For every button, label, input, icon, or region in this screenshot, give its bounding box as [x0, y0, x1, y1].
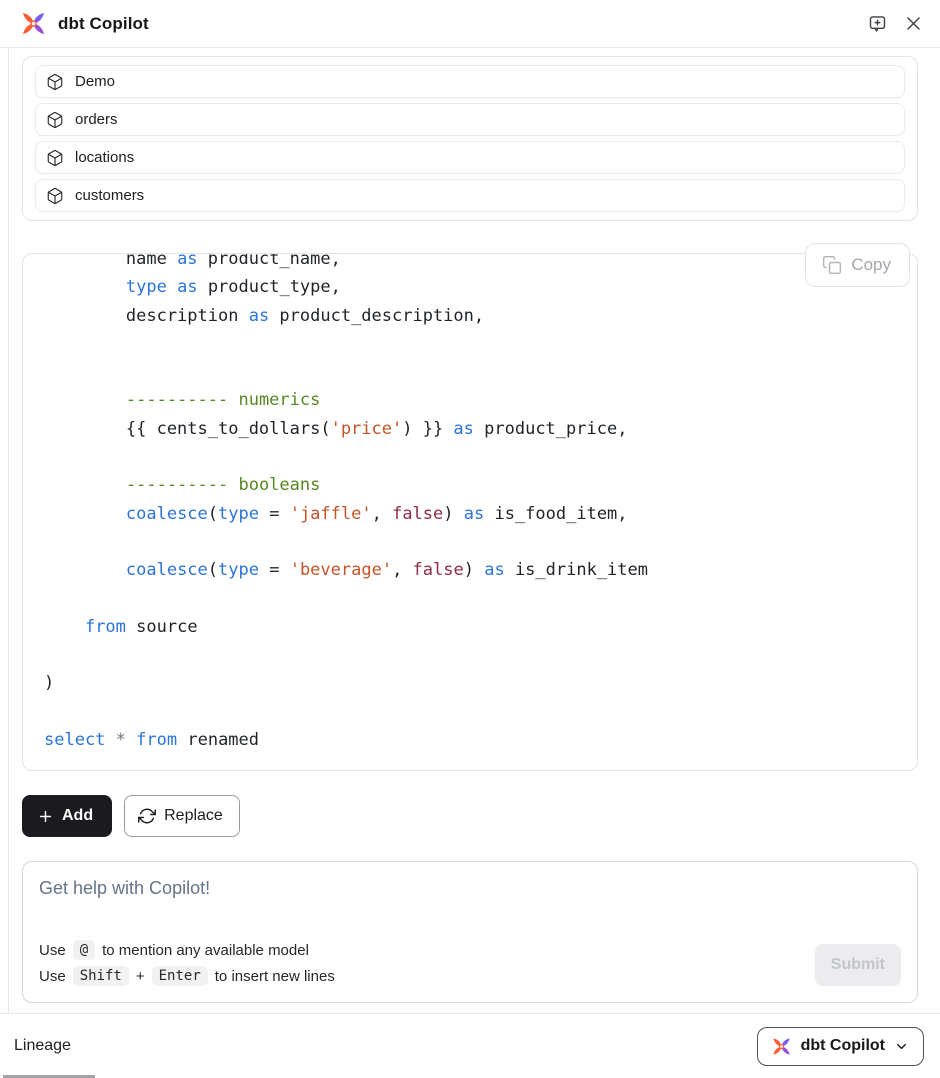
- code-scroll-area[interactable]: name as product_name, type as product_ty…: [22, 253, 918, 771]
- chevron-down-icon: [894, 1039, 909, 1054]
- code-line: description as product_description,: [44, 302, 901, 330]
- code-line: [44, 585, 901, 613]
- code-line: [44, 641, 901, 669]
- replace-button-label: Replace: [164, 807, 223, 825]
- cube-icon: [46, 111, 64, 129]
- code-line: coalesce(type = 'jaffle', false) as is_f…: [44, 500, 901, 528]
- model-chip-locations[interactable]: locations: [35, 141, 905, 174]
- code-line: type as product_type,: [44, 273, 901, 301]
- copy-button[interactable]: Copy: [805, 243, 910, 287]
- hint-mention: Use @ to mention any available model: [39, 940, 335, 960]
- cube-icon: [46, 187, 64, 205]
- hint-text: to insert new lines: [215, 968, 335, 985]
- at-key: @: [73, 940, 95, 960]
- prompt-placeholder: Get help with Copilot!: [39, 878, 901, 899]
- hint-text: Use: [39, 942, 66, 959]
- hint-text: +: [136, 968, 145, 985]
- new-thread-icon[interactable]: [866, 13, 888, 35]
- tab-lineage[interactable]: Lineage: [14, 1037, 71, 1055]
- code-line: name as product_name,: [44, 253, 901, 273]
- model-chip-label: Demo: [75, 73, 115, 90]
- cube-icon: [46, 149, 64, 167]
- code-line: ---------- numerics: [44, 386, 901, 414]
- model-chip-demo[interactable]: Demo: [35, 65, 905, 98]
- copilot-prompt-input[interactable]: Get help with Copilot! Use @ to mention …: [22, 861, 918, 1003]
- panel-edge-divider: [8, 48, 9, 1013]
- panel-header: dbt Copilot: [0, 0, 940, 48]
- copilot-dropdown-button[interactable]: dbt Copilot: [757, 1027, 924, 1066]
- model-chip-list: Demo orders locations customers: [22, 56, 918, 221]
- model-chip-orders[interactable]: orders: [35, 103, 905, 136]
- submit-button[interactable]: Submit: [815, 944, 901, 986]
- hint-text: Use: [39, 968, 66, 985]
- model-chip-customers[interactable]: customers: [35, 179, 905, 212]
- shift-key: Shift: [73, 966, 129, 986]
- code-actions: Add Replace: [22, 795, 918, 837]
- add-button[interactable]: Add: [22, 795, 112, 837]
- copy-icon: [822, 255, 842, 275]
- code-line: ---------- booleans: [44, 471, 901, 499]
- code-line: [44, 358, 901, 386]
- dbt-copilot-logo-icon: [20, 10, 47, 37]
- code-line: coalesce(type = 'beverage', false) as is…: [44, 556, 901, 584]
- code-line: [44, 443, 901, 471]
- code-line: select * from renamed: [44, 726, 901, 754]
- hint-text: to mention any available model: [102, 942, 309, 959]
- cube-icon: [46, 73, 64, 91]
- code-line: [44, 698, 901, 726]
- prompt-hints: Use @ to mention any available model Use…: [39, 940, 335, 986]
- dbt-copilot-logo-icon: [771, 1036, 792, 1057]
- code-line: [44, 330, 901, 358]
- close-icon[interactable]: [902, 13, 924, 35]
- code-suggestion-block: name as product_name, type as product_ty…: [22, 253, 918, 771]
- bottom-bar: Lineage dbt Copilot: [0, 1013, 940, 1078]
- add-button-label: Add: [62, 807, 93, 825]
- sql-code: name as product_name, type as product_ty…: [23, 253, 917, 771]
- code-line: [44, 528, 901, 556]
- enter-key: Enter: [152, 966, 208, 986]
- code-line: ): [44, 669, 901, 697]
- panel-title: dbt Copilot: [58, 14, 149, 34]
- refresh-icon: [138, 807, 156, 825]
- code-line: {{ cents_to_dollars('price') }} as produ…: [44, 415, 901, 443]
- model-chip-label: orders: [75, 111, 118, 128]
- code-line: from source: [44, 613, 901, 641]
- replace-button[interactable]: Replace: [124, 795, 240, 837]
- hint-newline: Use Shift + Enter to insert new lines: [39, 966, 335, 986]
- model-chip-label: customers: [75, 187, 144, 204]
- copilot-dropdown-label: dbt Copilot: [801, 1037, 885, 1055]
- dbt-copilot-panel: dbt Copilot Demo orders: [0, 0, 940, 1078]
- model-chip-label: locations: [75, 149, 134, 166]
- plus-icon: [37, 808, 54, 825]
- copy-button-label: Copy: [851, 255, 891, 275]
